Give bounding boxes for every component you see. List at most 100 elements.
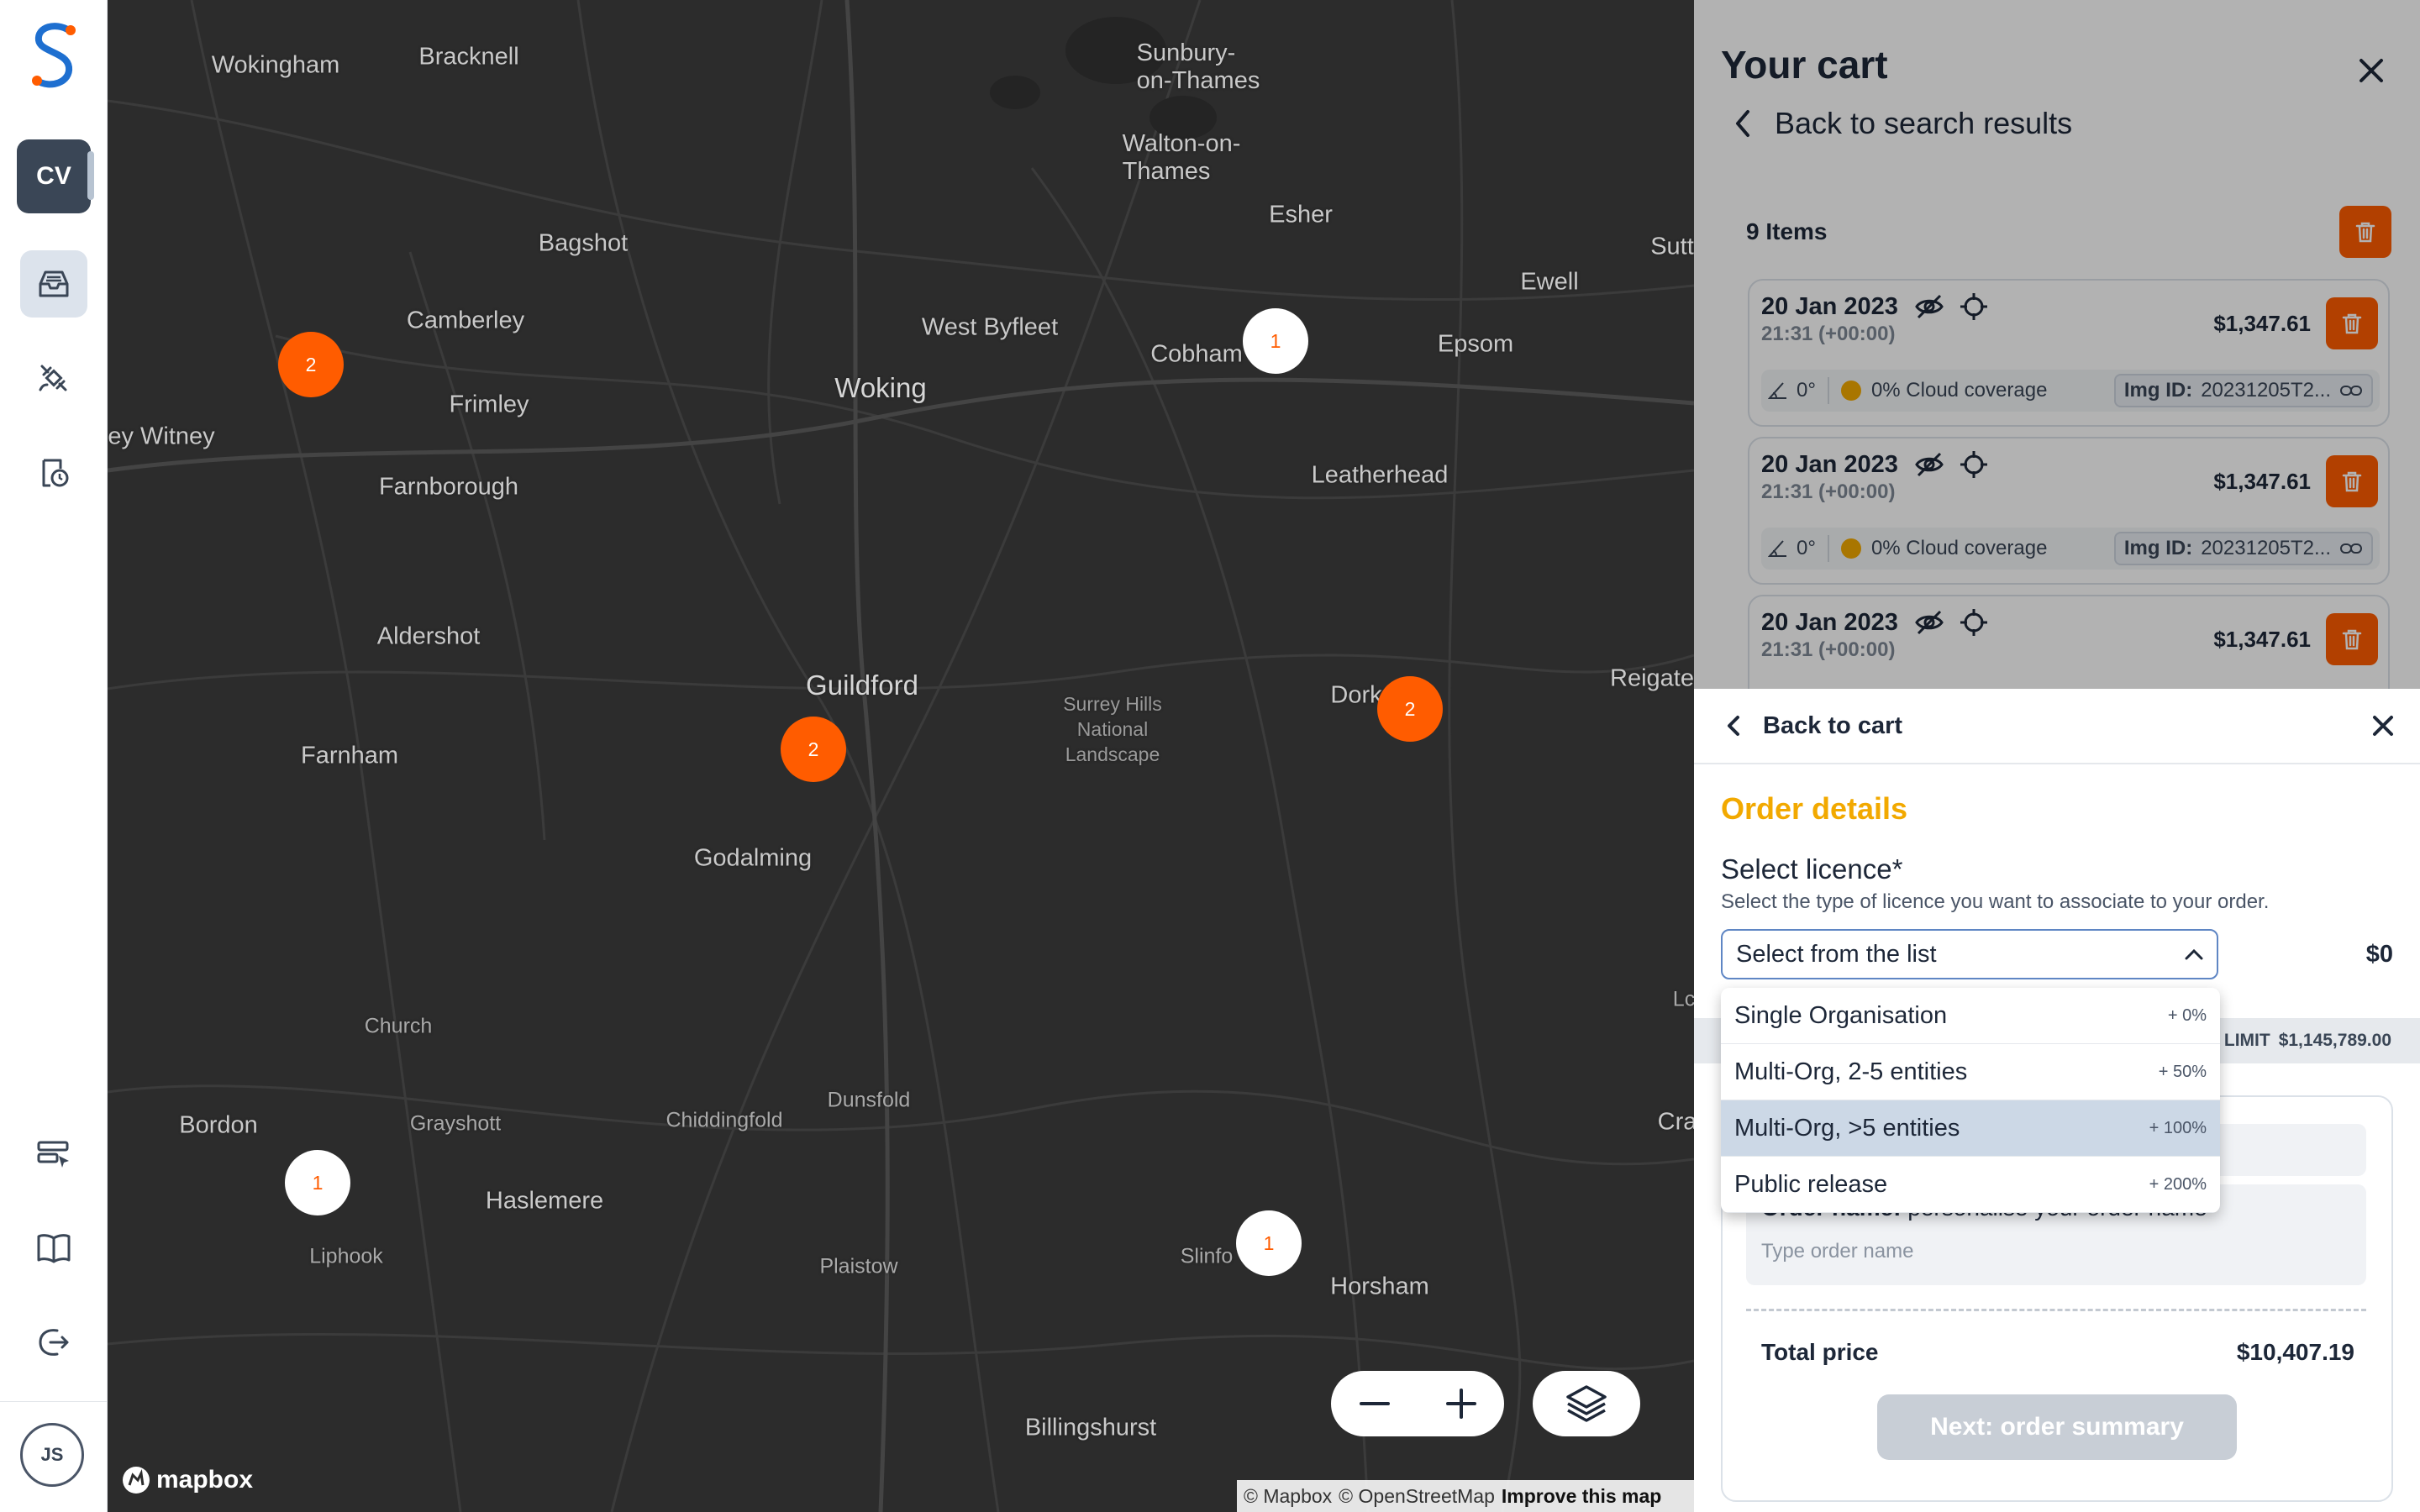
sidebar-item-inbox[interactable] <box>20 250 87 318</box>
map-cluster-marker[interactable]: 1 <box>285 1150 350 1215</box>
map-cluster-marker[interactable]: 2 <box>1377 676 1443 742</box>
chevron-up-icon <box>2185 948 2203 960</box>
place-label: Godalming <box>693 844 813 872</box>
place-label: Sutt <box>1650 233 1694 260</box>
place-label: Dunsfold <box>827 1088 911 1112</box>
place-label: Cobham <box>1150 340 1243 368</box>
minus-icon <box>1359 1402 1390 1405</box>
sidebar: CV JS <box>0 0 108 1512</box>
place-label: Liphook <box>309 1244 383 1268</box>
licence-option-label: Multi-Org, 2-5 entities <box>1734 1058 1968 1085</box>
place-label: Woking <box>834 372 927 403</box>
sidebar-item-orders[interactable] <box>20 1121 87 1188</box>
licence-option[interactable]: Multi-Org, 2-5 entities + 50% <box>1721 1044 2220 1100</box>
mapbox-attribution-link[interactable]: © Mapbox <box>1244 1485 1332 1508</box>
sidebar-item-satellite[interactable] <box>20 344 87 412</box>
order-name-input[interactable]: Type order name <box>1761 1240 1913 1263</box>
book-icon <box>37 1234 71 1263</box>
back-to-cart-link[interactable]: Back to cart <box>1726 712 1902 740</box>
inbox-tray-icon <box>39 270 69 297</box>
map-cluster-marker[interactable]: 1 <box>1243 308 1308 374</box>
next-order-summary-button[interactable]: Next: order summary <box>1877 1394 2237 1460</box>
licence-option-surcharge: + 100% <box>2149 1118 2207 1137</box>
back-to-cart-label: Back to cart <box>1763 711 1903 739</box>
licence-option-surcharge: + 0% <box>2167 1005 2207 1025</box>
licence-option-label: Single Organisation <box>1734 1001 1948 1029</box>
map-cluster-marker[interactable]: 1 <box>1236 1210 1302 1276</box>
map-canvas[interactable]: Wokingham Bracknell Sunbury-on-Thames Wa… <box>108 0 1694 1512</box>
total-value: $10,407.19 <box>2236 1339 2354 1365</box>
place-label: Walton-on- Thames <box>1122 130 1241 185</box>
sheet-header: Back to cart <box>1694 689 2420 764</box>
zoom-control <box>1331 1371 1504 1436</box>
licence-select[interactable]: Select from the list <box>1721 929 2218 979</box>
licence-option-label: Public release <box>1734 1170 1888 1198</box>
place-label: Ewell <box>1520 268 1579 296</box>
place-label: Bagshot <box>538 229 629 257</box>
place-label: Horsham <box>1330 1273 1429 1300</box>
map-cluster-marker[interactable]: 2 <box>278 332 344 397</box>
close-sheet-icon[interactable] <box>2371 714 2395 738</box>
place-label: Bracknell <box>418 43 519 71</box>
place-label: Farnham <box>300 742 399 769</box>
sidebar-item-logout[interactable] <box>20 1309 87 1376</box>
list-cursor-icon <box>37 1141 69 1168</box>
active-workspace-indicator <box>87 151 94 200</box>
place-label: Esher <box>1269 201 1333 228</box>
sidebar-item-docs[interactable] <box>20 1215 87 1282</box>
map-attribution: © Mapbox © OpenStreetMap Improve this ma… <box>1237 1480 1694 1512</box>
map-layers-button[interactable] <box>1533 1371 1640 1436</box>
total-row: Total price $10,407.19 <box>1761 1339 2354 1366</box>
place-label: Wokingham <box>211 51 340 79</box>
licence-option-surcharge: + 50% <box>2158 1062 2207 1081</box>
place-label: Grayshott <box>409 1111 502 1136</box>
place-label: Church <box>364 1014 433 1038</box>
zoom-out-button[interactable] <box>1349 1378 1400 1429</box>
licence-hint: Select the type of licence you want to a… <box>1721 890 2270 913</box>
panel-backdrop <box>1694 0 2420 689</box>
place-label: Chiddingfold <box>666 1108 783 1132</box>
licence-option[interactable]: Single Organisation + 0% <box>1721 988 2220 1044</box>
licence-option-label: Multi-Org, >5 entities <box>1734 1114 1960 1142</box>
licence-label: Select licence* <box>1721 853 1903 885</box>
app-logo[interactable] <box>25 18 82 92</box>
user-avatar[interactable]: JS <box>20 1423 84 1487</box>
place-label: Sunbury-on-Thames <box>1136 39 1260 94</box>
layers-icon <box>1566 1385 1607 1422</box>
credit-limit-value: $1,145,789.00 <box>2278 1031 2391 1050</box>
place-label: ey Witney <box>108 423 215 450</box>
logout-icon <box>39 1329 69 1356</box>
sidebar-divider <box>0 1401 108 1402</box>
osm-attribution-link[interactable]: © OpenStreetMap <box>1339 1485 1495 1508</box>
zoom-in-button[interactable] <box>1436 1378 1486 1429</box>
mapbox-logo[interactable]: mapbox <box>121 1465 253 1495</box>
place-label: Reigate <box>1610 664 1694 692</box>
licence-price: $0 <box>2365 941 2393 968</box>
place-label: Guildford <box>806 669 918 701</box>
clipboard-clock-icon <box>42 459 69 487</box>
order-details-sheet: Back to cart Order details Select licenc… <box>1694 689 2420 1512</box>
chevron-left-icon <box>1728 716 1739 736</box>
place-label: Epsom <box>1437 330 1514 358</box>
place-label: Slinfo <box>1180 1244 1234 1268</box>
workspace-avatar[interactable]: CV <box>17 139 91 213</box>
map-cluster-marker[interactable]: 2 <box>781 717 846 782</box>
park-label: Surrey Hills National Landscape <box>1063 693 1162 765</box>
licence-dropdown-menu: Single Organisation + 0% Multi-Org, 2-5 … <box>1721 988 2220 1213</box>
licence-option-highlighted[interactable]: Multi-Org, >5 entities + 100% <box>1721 1100 2220 1157</box>
place-label: Aldershot <box>376 622 481 650</box>
place-label: Billingshurst <box>1024 1414 1157 1441</box>
licence-option-surcharge: + 200% <box>2149 1174 2207 1194</box>
place-label: Haslemere <box>485 1187 604 1215</box>
place-label: West Byfleet <box>921 313 1059 341</box>
place-label: Lc <box>1672 987 1694 1011</box>
sidebar-item-history[interactable] <box>20 438 87 506</box>
order-details-heading: Order details <box>1721 791 1908 826</box>
improve-map-link[interactable]: Improve this map <box>1502 1485 1661 1508</box>
mapbox-wordmark: mapbox <box>156 1466 254 1494</box>
plus-icon <box>1445 1389 1476 1419</box>
licence-option[interactable]: Public release + 200% <box>1721 1157 2220 1213</box>
licence-select-value: Select from the list <box>1736 940 1937 968</box>
place-label: Dork <box>1330 681 1382 709</box>
place-label: Leatherhead <box>1311 461 1449 489</box>
